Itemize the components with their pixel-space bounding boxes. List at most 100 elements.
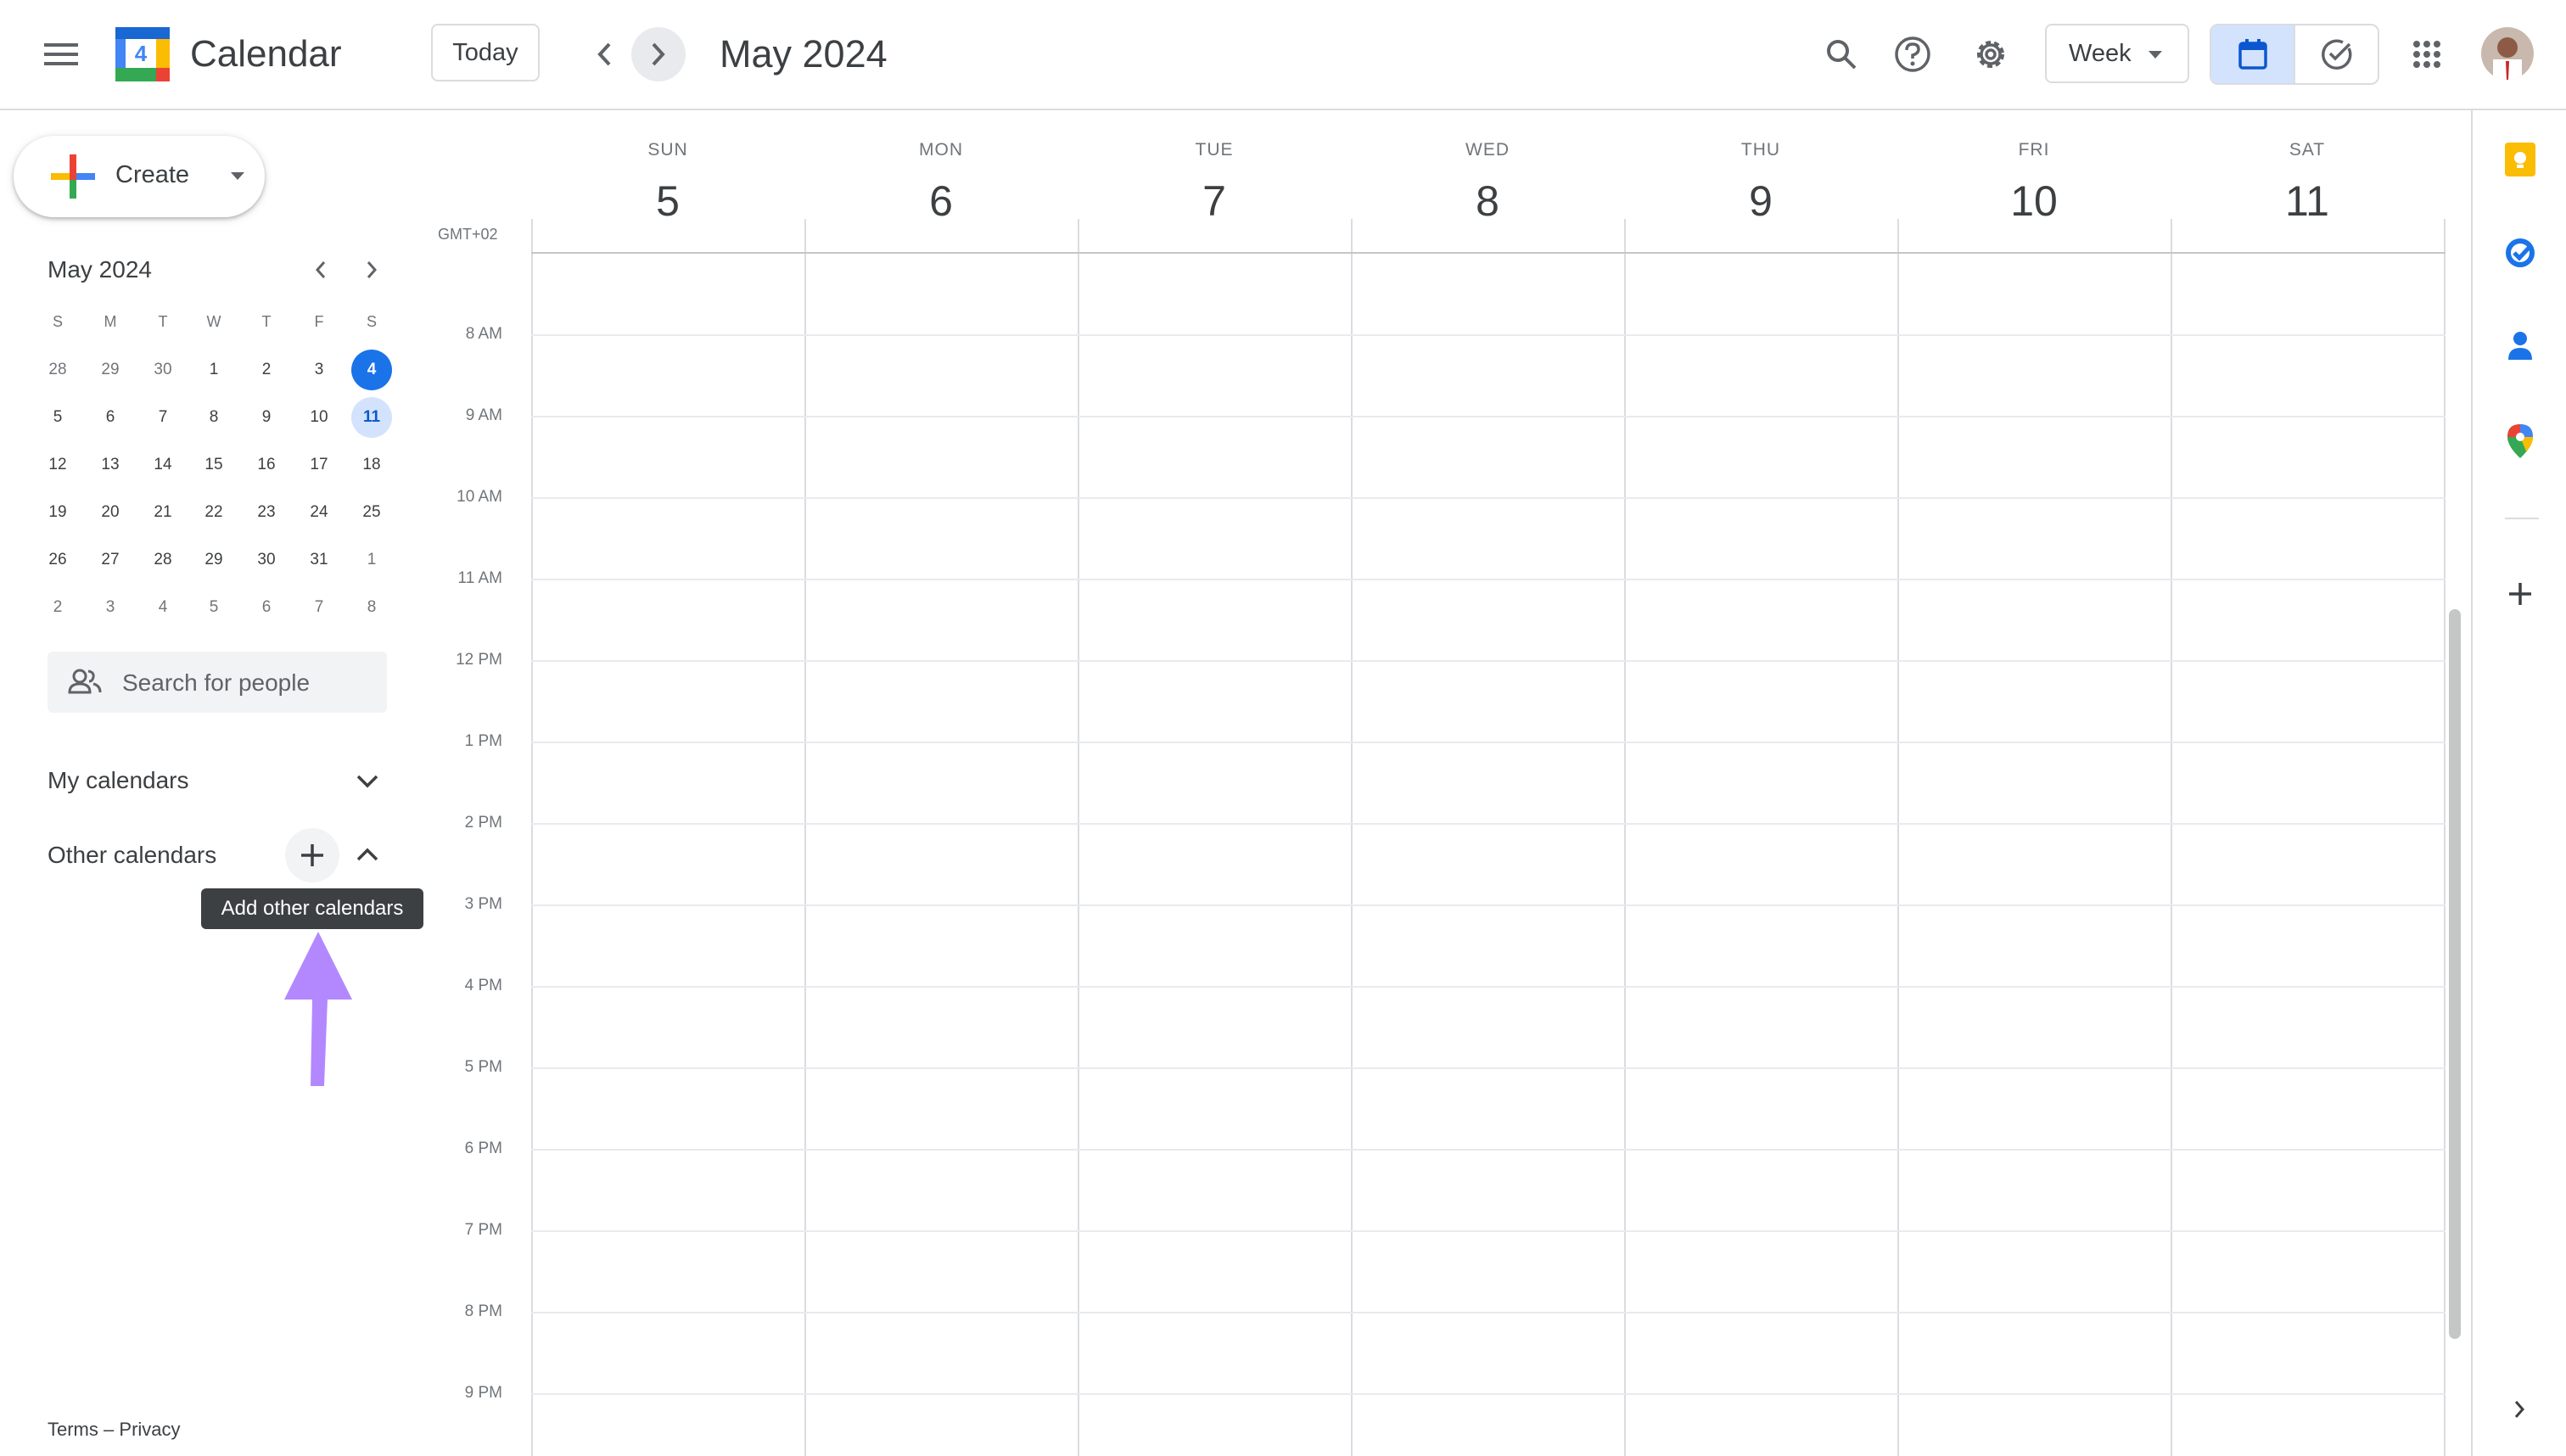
day-header-name[interactable]: SAT [2171,140,2444,160]
side-panel-divider [2471,110,2473,1456]
mini-calendar-day[interactable]: 22 [193,492,234,533]
contacts-button[interactable] [2495,321,2546,372]
mini-calendar-day[interactable]: 27 [90,540,131,580]
mini-next-month-button[interactable] [355,253,389,287]
add-other-calendars-button[interactable] [285,828,339,882]
mini-calendar-day[interactable]: 31 [299,540,339,580]
day-header-number[interactable]: 9 [1624,176,1897,226]
mini-calendar-day[interactable]: 28 [143,540,183,580]
help-button[interactable] [1884,25,1941,83]
keep-button[interactable] [2495,134,2546,185]
mini-calendar-day[interactable]: 5 [193,587,234,628]
day-header-number[interactable]: 11 [2171,176,2444,226]
calendar-view-toggle[interactable] [2211,25,2295,83]
mini-calendar-day[interactable]: 20 [90,492,131,533]
mini-calendar-day[interactable]: 15 [193,445,234,485]
app-title: Calendar [190,33,342,75]
mini-calendar-day[interactable]: 11 [351,397,392,438]
mini-calendar-day[interactable]: 4 [143,587,183,628]
mini-calendar-day[interactable]: 4 [351,350,392,390]
create-button[interactable]: Create [14,136,265,217]
mini-calendar-day[interactable]: 7 [299,587,339,628]
mini-calendar-day[interactable]: 3 [299,350,339,390]
mini-calendar-day[interactable]: 12 [37,445,78,485]
mini-calendar-day[interactable]: 10 [299,397,339,438]
day-header-name[interactable]: MON [804,140,1078,160]
other-calendars-section-toggle[interactable]: Other calendars [34,832,399,882]
day-header-name[interactable]: TUE [1078,140,1351,160]
time-slot-area[interactable] [531,254,2446,1456]
view-label: Week [2069,39,2132,67]
maps-button[interactable] [2495,416,2546,467]
today-button[interactable]: Today [431,24,540,81]
mini-calendar-day[interactable]: 8 [193,397,234,438]
mini-calendar-day[interactable]: 25 [351,492,392,533]
mini-calendar-day[interactable]: 13 [90,445,131,485]
get-add-ons-button[interactable] [2495,568,2546,619]
mini-calendar-day[interactable]: 29 [90,350,131,390]
tasks-view-toggle[interactable] [2295,25,2378,83]
mini-calendar-day[interactable]: 30 [143,350,183,390]
settings-button[interactable] [1962,25,2020,83]
mini-calendar-day[interactable]: 1 [351,540,392,580]
mini-calendar-day[interactable]: 14 [143,445,183,485]
mini-calendar-day[interactable]: 24 [299,492,339,533]
caret-down-icon [2149,51,2162,59]
show-side-panel-button[interactable] [2498,1388,2541,1431]
calendar-logo[interactable]: 4 [115,27,170,81]
mini-calendar-day[interactable]: 30 [246,540,287,580]
view-switcher-dropdown[interactable]: Week [2045,24,2189,83]
mini-calendar-day[interactable]: 2 [246,350,287,390]
mini-calendar-day[interactable]: 19 [37,492,78,533]
mini-calendar-day[interactable]: 5 [37,397,78,438]
mini-calendar-day[interactable]: 7 [143,397,183,438]
search-icon [1824,37,1858,71]
day-header-number[interactable]: 10 [1897,176,2171,226]
terms-link[interactable]: Terms [48,1419,98,1440]
chevron-left-icon [596,42,613,67]
mini-calendar-day[interactable]: 1 [193,350,234,390]
mini-calendar-day[interactable]: 8 [351,587,392,628]
day-header-name[interactable]: FRI [1897,140,2171,160]
privacy-link[interactable]: Privacy [119,1419,180,1440]
create-label: Create [115,161,190,188]
my-calendars-section-toggle[interactable]: My calendars [34,757,399,808]
mini-calendar-day[interactable]: 21 [143,492,183,533]
hour-label: 9 PM [464,1384,502,1402]
tasks-button[interactable] [2495,227,2546,278]
day-header-number[interactable]: 7 [1078,176,1351,226]
mini-calendar-day[interactable]: 2 [37,587,78,628]
mini-calendar-day[interactable]: 9 [246,397,287,438]
mini-weekday-head: M [104,312,117,330]
apps-launcher-button[interactable] [2398,25,2456,83]
time-grid-scrollbar[interactable] [2449,609,2461,1339]
footer-separator: – [104,1419,115,1440]
menu-icon [44,42,78,67]
mini-calendar-day[interactable]: 28 [37,350,78,390]
day-header-name[interactable]: SUN [531,140,804,160]
day-header-number[interactable]: 6 [804,176,1078,226]
search-button[interactable] [1812,25,1870,83]
search-people-field[interactable]: Search for people [48,652,387,713]
main-menu-button[interactable] [31,27,92,81]
mini-calendar-day[interactable]: 6 [90,397,131,438]
day-header-number[interactable]: 8 [1351,176,1624,226]
day-header-name[interactable]: THU [1624,140,1897,160]
my-calendars-label: My calendars [48,767,189,793]
mini-calendar-day[interactable]: 18 [351,445,392,485]
account-avatar[interactable] [2481,27,2534,80]
day-header-name[interactable]: WED [1351,140,1624,160]
mini-calendar-day[interactable]: 6 [246,587,287,628]
plus-multicolor-icon [51,154,95,199]
previous-week-button[interactable] [577,27,631,81]
next-week-button[interactable] [631,27,686,81]
hour-label: 8 PM [464,1302,502,1320]
mini-calendar-day[interactable]: 23 [246,492,287,533]
mini-prev-month-button[interactable] [304,253,338,287]
day-header-number[interactable]: 5 [531,176,804,226]
mini-calendar-day[interactable]: 3 [90,587,131,628]
mini-calendar-day[interactable]: 26 [37,540,78,580]
mini-calendar-day[interactable]: 17 [299,445,339,485]
mini-calendar-day[interactable]: 16 [246,445,287,485]
mini-calendar-day[interactable]: 29 [193,540,234,580]
